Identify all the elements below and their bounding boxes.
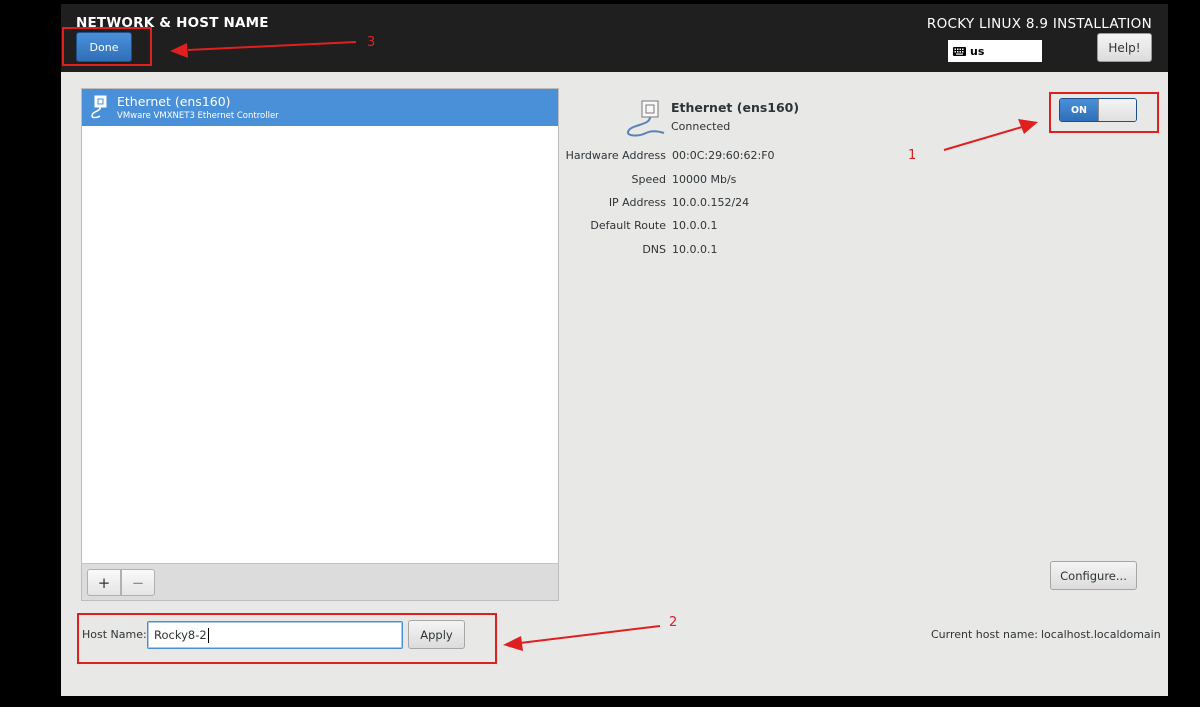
list-item-ethernet[interactable]: Ethernet (ens160) VMware VMXNET3 Etherne… bbox=[82, 89, 558, 126]
dns-label: DNS bbox=[642, 243, 666, 256]
device-list-toolbar: + − bbox=[82, 563, 558, 600]
device-description: VMware VMXNET3 Ethernet Controller bbox=[117, 111, 279, 121]
keyboard-layout-indicator[interactable]: us bbox=[948, 40, 1042, 62]
network-device-list: Ethernet (ens160) VMware VMXNET3 Etherne… bbox=[81, 88, 559, 601]
annotation-box-done bbox=[62, 27, 152, 66]
keyboard-layout-label: us bbox=[970, 44, 985, 58]
add-device-button[interactable]: + bbox=[87, 569, 121, 596]
speed-value: 10000 Mb/s bbox=[672, 173, 737, 186]
ip-address-label: IP Address bbox=[608, 196, 666, 209]
configure-button[interactable]: Configure... bbox=[1050, 561, 1137, 590]
device-name: Ethernet (ens160) bbox=[117, 94, 231, 109]
device-detail-name: Ethernet (ens160) bbox=[671, 100, 800, 115]
current-host-name-value: localhost.localdomain bbox=[1041, 628, 1161, 641]
keyboard-icon bbox=[953, 46, 966, 56]
hardware-address-value: 00:0C:29:60:62:F0 bbox=[672, 149, 775, 162]
wired-network-icon bbox=[627, 100, 665, 137]
default-route-value: 10.0.0.1 bbox=[672, 219, 718, 232]
help-button[interactable]: Help! bbox=[1097, 33, 1152, 62]
annotation-number-1: 1 bbox=[908, 148, 917, 163]
product-title: ROCKY LINUX 8.9 INSTALLATION bbox=[926, 16, 1152, 32]
annotation-box-toggle bbox=[1049, 92, 1159, 133]
ethernet-icon bbox=[91, 95, 107, 119]
hardware-address-label: Hardware Address bbox=[565, 149, 666, 162]
speed-label: Speed bbox=[631, 173, 666, 186]
connection-status: Connected bbox=[671, 120, 731, 133]
annotation-box-hostname bbox=[77, 613, 497, 664]
annotation-number-3: 3 bbox=[367, 35, 376, 50]
annotation-number-2: 2 bbox=[669, 615, 678, 630]
default-route-label: Default Route bbox=[590, 219, 666, 232]
dns-value: 10.0.0.1 bbox=[672, 243, 718, 256]
remove-device-button[interactable]: − bbox=[121, 569, 155, 596]
ip-address-value: 10.0.0.152/24 bbox=[672, 196, 750, 209]
current-host-name-label: Current host name: bbox=[931, 628, 1038, 641]
